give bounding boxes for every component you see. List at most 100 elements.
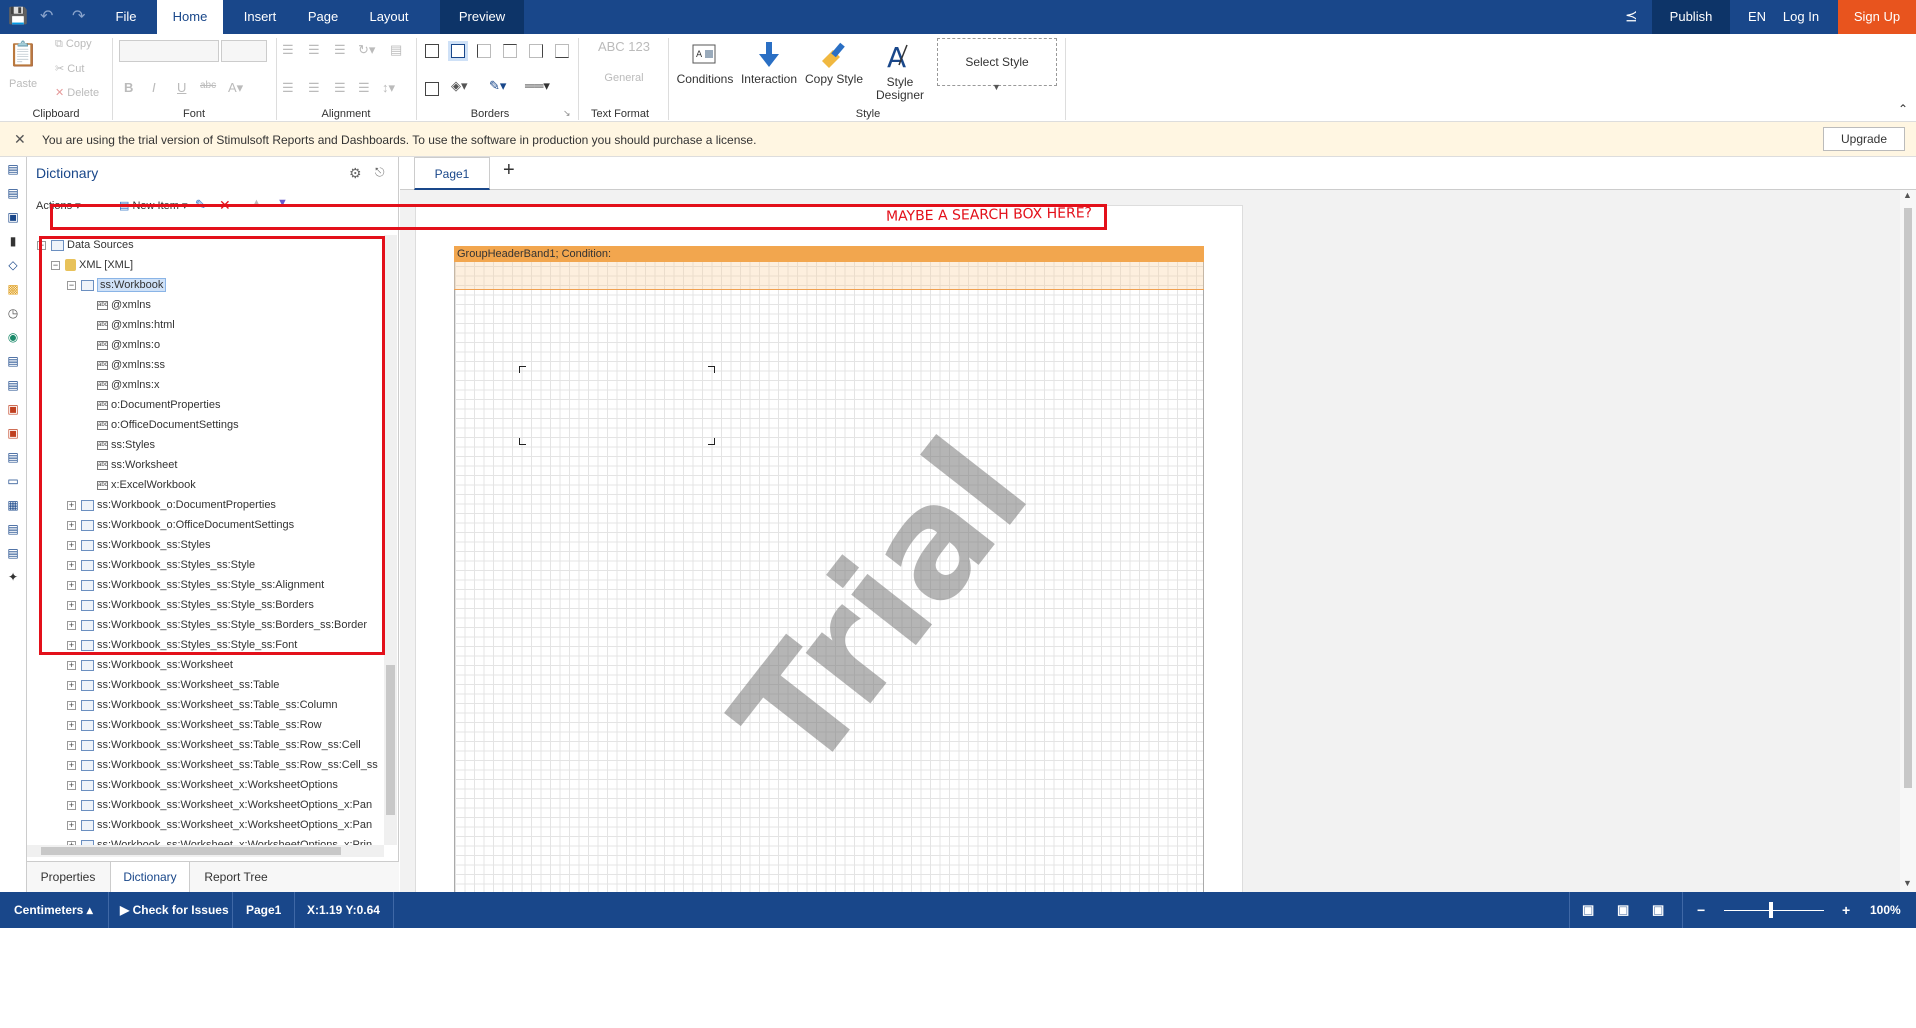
bands-icon[interactable]: ▤	[5, 161, 21, 177]
tab-dictionary[interactable]: Dictionary	[110, 862, 190, 893]
expand-icon[interactable]: +	[67, 660, 76, 670]
subreport-icon[interactable]: ▭	[5, 473, 21, 489]
line-spacing-icon[interactable]: ↕▾	[382, 80, 395, 96]
tree-item[interactable]: + ss:Workbook_ss:Worksheet	[67, 655, 233, 675]
tab-page[interactable]: Page	[297, 0, 349, 34]
paste-button[interactable]: Paste	[9, 78, 37, 90]
cut-button[interactable]: ✂ Cut	[55, 62, 84, 75]
panel-icon[interactable]: ▣	[5, 425, 21, 441]
borders-expand-icon[interactable]: ↘	[563, 108, 571, 119]
tab-preview[interactable]: Preview	[440, 0, 524, 34]
picture-icon[interactable]: ▤	[5, 545, 21, 561]
align-right-icon[interactable]: ☰	[334, 80, 346, 96]
pin-icon[interactable]: ⎋	[375, 165, 385, 180]
select-style-dropdown[interactable]: Select Style	[937, 38, 1057, 86]
shapes-icon[interactable]: ◇	[5, 257, 21, 273]
strikethrough-icon[interactable]: abc	[200, 80, 216, 91]
align-justify-icon[interactable]: ☰	[358, 80, 370, 96]
report-page[interactable]: GroupHeaderBand1; Condition: Trial	[415, 205, 1243, 906]
tab-file[interactable]: File	[102, 0, 150, 34]
scroll-down-icon[interactable]: ▼	[1903, 878, 1912, 888]
tab-properties[interactable]: Properties	[27, 862, 109, 893]
expand-icon[interactable]: +	[67, 800, 76, 810]
rich-text-icon[interactable]: ▤	[5, 377, 21, 393]
tab-report-tree[interactable]: Report Tree	[191, 862, 281, 893]
image-icon[interactable]: ▣	[5, 401, 21, 417]
zoom-slider[interactable]	[1724, 910, 1824, 911]
style-designer-button[interactable]: A Style Designer	[868, 38, 932, 102]
text-icon[interactable]: ▤	[5, 353, 21, 369]
border-top-icon[interactable]	[503, 44, 517, 58]
border-right-icon[interactable]	[529, 44, 543, 58]
label-icon[interactable]: ▤	[5, 521, 21, 537]
fit-width-icon[interactable]: ▣	[1582, 892, 1594, 928]
align-center-icon[interactable]: ☰	[308, 80, 320, 96]
close-icon[interactable]: ✕	[14, 131, 26, 148]
expand-icon[interactable]: +	[67, 680, 76, 690]
delete-button[interactable]: ✕ Delete	[55, 86, 99, 99]
font-size-select[interactable]	[221, 40, 267, 62]
border-settings-icon[interactable]	[425, 82, 439, 96]
fill-color-icon[interactable]: ◈▾	[451, 78, 468, 94]
scroll-thumb[interactable]	[1904, 208, 1912, 788]
table-icon[interactable]: ▦	[5, 497, 21, 513]
border-bottom-icon[interactable]	[555, 44, 569, 58]
tree-item[interactable]: + ss:Workbook_ss:Worksheet_x:WorksheetOpt…	[67, 795, 372, 815]
border-color-icon[interactable]: ✎▾	[489, 78, 506, 94]
tree-item[interactable]: + ss:Workbook_ss:Worksheet_ss:Table_ss:Ro…	[67, 755, 378, 775]
align-top-icon[interactable]: ☰	[282, 42, 294, 58]
align-left-icon[interactable]: ☰	[282, 80, 294, 96]
font-color-icon[interactable]: A▾	[228, 80, 243, 96]
components-icon[interactable]: ▣	[5, 209, 21, 225]
tree-item[interactable]: + ss:Workbook_ss:Worksheet_ss:Table_ss:Ro…	[67, 715, 322, 735]
undo-icon[interactable]: ↶	[40, 6, 53, 26]
rotate-text-icon[interactable]: ↻▾	[358, 42, 375, 58]
save-icon[interactable]: 💾	[8, 6, 28, 26]
actual-size-icon[interactable]: ▣	[1652, 892, 1664, 928]
tree-item[interactable]: + ss:Workbook_ss:Worksheet_ss:Table_ss:Ro…	[67, 735, 361, 755]
tab-page1[interactable]: Page1	[414, 157, 490, 190]
gauge-icon[interactable]: ◷	[5, 305, 21, 321]
border-all-icon[interactable]	[425, 44, 439, 58]
align-middle-icon[interactable]: ☰	[308, 42, 320, 58]
scroll-up-icon[interactable]: ▲	[1903, 190, 1912, 200]
expand-icon[interactable]: +	[67, 780, 76, 790]
check-issues-button[interactable]: ▶ Check for Issues	[120, 892, 229, 928]
tools-icon[interactable]: ✦	[5, 569, 21, 585]
map-icon[interactable]: ◉	[5, 329, 21, 345]
chart-icon[interactable]: ▩	[5, 281, 21, 297]
border-left-icon[interactable]	[477, 44, 491, 58]
bold-icon[interactable]: B	[124, 80, 133, 95]
language-button[interactable]: EN	[1737, 0, 1777, 34]
copy-button[interactable]: ⧉ Copy	[55, 38, 92, 51]
tree-item[interactable]: + ss:Workbook_ss:Worksheet_x:WorksheetOpt…	[67, 815, 372, 835]
expand-icon[interactable]: +	[67, 720, 76, 730]
barcode-icon[interactable]: ▮	[5, 233, 21, 249]
interaction-button[interactable]: Interaction	[738, 38, 800, 86]
tree-item[interactable]: + ss:Workbook_ss:Worksheet_ss:Table	[67, 675, 279, 695]
signup-button[interactable]: Sign Up	[1838, 0, 1916, 34]
group-header-band-body[interactable]	[454, 262, 1204, 290]
zoom-slider-thumb[interactable]	[1769, 902, 1773, 918]
expand-icon[interactable]: +	[67, 820, 76, 830]
gear-icon[interactable]: ⚙	[349, 165, 362, 182]
tree-item[interactable]: + ss:Workbook_ss:Worksheet_x:WorksheetOpt…	[67, 775, 338, 795]
expand-icon[interactable]: +	[67, 760, 76, 770]
scroll-thumb[interactable]	[386, 665, 395, 815]
group-header-band[interactable]: GroupHeaderBand1; Condition:	[454, 246, 1204, 262]
border-none-icon[interactable]	[451, 44, 465, 58]
tab-home[interactable]: Home	[157, 0, 223, 34]
share-icon[interactable]: ⪯	[1625, 7, 1638, 25]
publish-button[interactable]: Publish	[1652, 0, 1730, 34]
tab-layout[interactable]: Layout	[360, 0, 418, 34]
zoom-out-icon[interactable]: −	[1697, 892, 1705, 928]
underline-icon[interactable]: U	[177, 80, 186, 95]
login-button[interactable]: Log In	[1780, 0, 1822, 34]
upgrade-button[interactable]: Upgrade	[1823, 127, 1905, 151]
italic-icon[interactable]: I	[152, 80, 156, 95]
tree-vertical-scrollbar[interactable]	[384, 235, 397, 845]
word-wrap-icon[interactable]: ▤	[390, 42, 402, 58]
tree-item[interactable]: + ss:Workbook_ss:Worksheet_x:WorksheetOpt…	[67, 835, 372, 845]
redo-icon[interactable]: ↷	[72, 6, 85, 26]
align-bottom-icon[interactable]: ☰	[334, 42, 346, 58]
